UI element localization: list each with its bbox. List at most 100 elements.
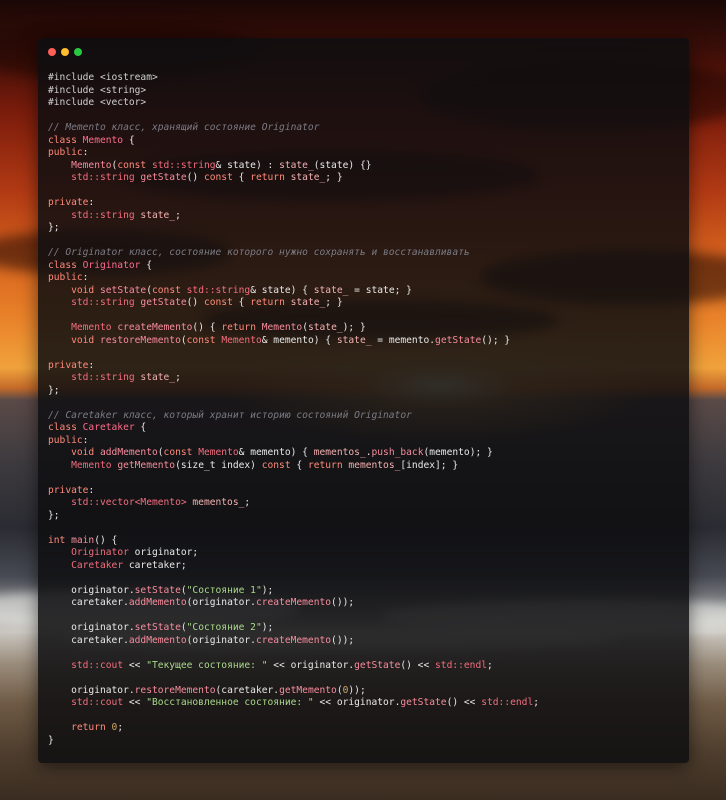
minimize-window-button[interactable]: [61, 48, 69, 56]
code-token-class: Originator: [82, 259, 141, 271]
code-token-fn: restoreMemento: [100, 334, 181, 346]
code-token-kw: return: [250, 172, 291, 183]
code-token-fn: getState: [140, 172, 187, 183]
code-token-fn: setState: [134, 622, 181, 633]
code-token-type: Memento: [71, 322, 118, 333]
code-token-type: std::vector<Memento>: [71, 497, 193, 508]
code-token-kw: const: [261, 459, 291, 471]
code-token-plain: & memento) {: [238, 447, 314, 458]
code-token-plain: () {: [192, 322, 222, 333]
code-token-fn: getState: [435, 334, 482, 346]
code-token-plain: );: [261, 584, 274, 596]
code-token-plain: ());: [331, 597, 355, 608]
code-token-kw: return: [71, 722, 112, 733]
code-line: std::cout << "Восстановленное состояние:…: [48, 697, 539, 710]
code-token-fn: addMemento: [128, 597, 187, 608]
code-line: };: [48, 385, 539, 398]
code-token-plain: originator.: [48, 584, 135, 596]
code-token-kw: private: [48, 197, 89, 208]
code-token-type: std::cout: [71, 697, 124, 708]
code-token-id: state_: [279, 159, 314, 171]
code-token-plain: ;: [487, 659, 493, 671]
code-token-plain: caretaker.: [48, 597, 129, 608]
code-token-fn: getMemento: [279, 684, 337, 696]
code-token-id: state_: [313, 284, 349, 296]
code-token-fn: addMemento: [100, 447, 158, 458]
code-token-type: std::string: [186, 284, 251, 296]
code-token-plain: :: [82, 434, 89, 446]
code-token-comment: // Memento класс, хранящий состояние Ori…: [48, 122, 320, 133]
close-window-button[interactable]: [48, 48, 56, 56]
code-line: private:: [48, 485, 539, 498]
code-token-plain: (size_t index): [175, 459, 262, 471]
code-token-plain: };: [48, 509, 60, 521]
code-line: class Originator {: [48, 260, 539, 273]
code-token-id: state_: [140, 372, 176, 383]
code-token-plain: (originator.: [186, 634, 256, 646]
code-token-kw: void: [71, 284, 100, 296]
code-line: #include <string>: [48, 85, 539, 98]
code-line: std::string state_;: [48, 372, 539, 385]
code-token-fn: push_back: [371, 447, 424, 458]
code-token-kw: const: [186, 334, 222, 346]
code-token-plain: };: [48, 222, 60, 233]
code-token-kw: const: [163, 447, 199, 458]
code-token-plain: );: [261, 622, 274, 633]
code-token-type: Caretaker: [71, 559, 129, 571]
code-line: Originator originator;: [48, 547, 539, 560]
code-line: public:: [48, 435, 539, 448]
code-line: Caretaker caretaker;: [48, 560, 539, 573]
code-token-id: mementos_: [348, 459, 401, 471]
code-token-plain: & state) {: [250, 284, 314, 296]
code-token-plain: <<: [123, 697, 147, 708]
code-token-plain: originator.: [48, 622, 135, 633]
code-token-plain: {: [232, 172, 251, 183]
code-line: void setState(const std::string& state) …: [48, 285, 539, 298]
code-line: int main() {: [48, 535, 539, 548]
code-token-id: state_: [307, 322, 343, 333]
code-token-class: Memento: [82, 134, 124, 146]
code-token-class: Caretaker: [82, 422, 135, 433]
code-token-plain: {: [123, 134, 135, 146]
code-token-kw: public: [48, 434, 83, 446]
code-token-kw: void: [71, 447, 100, 458]
source-code[interactable]: #include <iostream> #include <string> #inc…: [48, 72, 539, 747]
code-token-plain: <<: [123, 659, 147, 671]
code-line: void restoreMemento(const Memento& memen…: [48, 335, 539, 348]
code-token-plain: originator.: [48, 684, 135, 696]
code-token-pre: #include <vector>: [48, 97, 147, 108]
code-token-kw: private: [48, 359, 89, 371]
code-token-str: "Текущее состояние: ": [146, 659, 268, 671]
code-line: std::string state_;: [48, 210, 539, 223]
code-token-fn: getState: [400, 697, 447, 708]
code-token-fn: setState: [134, 584, 181, 596]
code-token-kw: return: [250, 297, 291, 308]
code-token-id: mementos_: [192, 497, 245, 508]
code-token-type: std::string: [151, 159, 216, 171]
code-token-type: std::endl: [435, 659, 487, 671]
code-line: class Memento {: [48, 135, 539, 148]
code-token-fn: createMemento: [255, 597, 332, 608]
code-token-plain: (state) {}: [313, 159, 372, 171]
maximize-window-button[interactable]: [74, 48, 82, 56]
code-line: };: [48, 510, 539, 523]
code-line: public:: [48, 147, 539, 160]
code-line: // Originator класс, состояние которого …: [48, 247, 539, 260]
code-line: return 0;: [48, 722, 539, 735]
code-token-kw: class: [48, 422, 83, 433]
code-token-plain: :: [88, 197, 95, 208]
code-token-plain: ;: [244, 497, 251, 508]
